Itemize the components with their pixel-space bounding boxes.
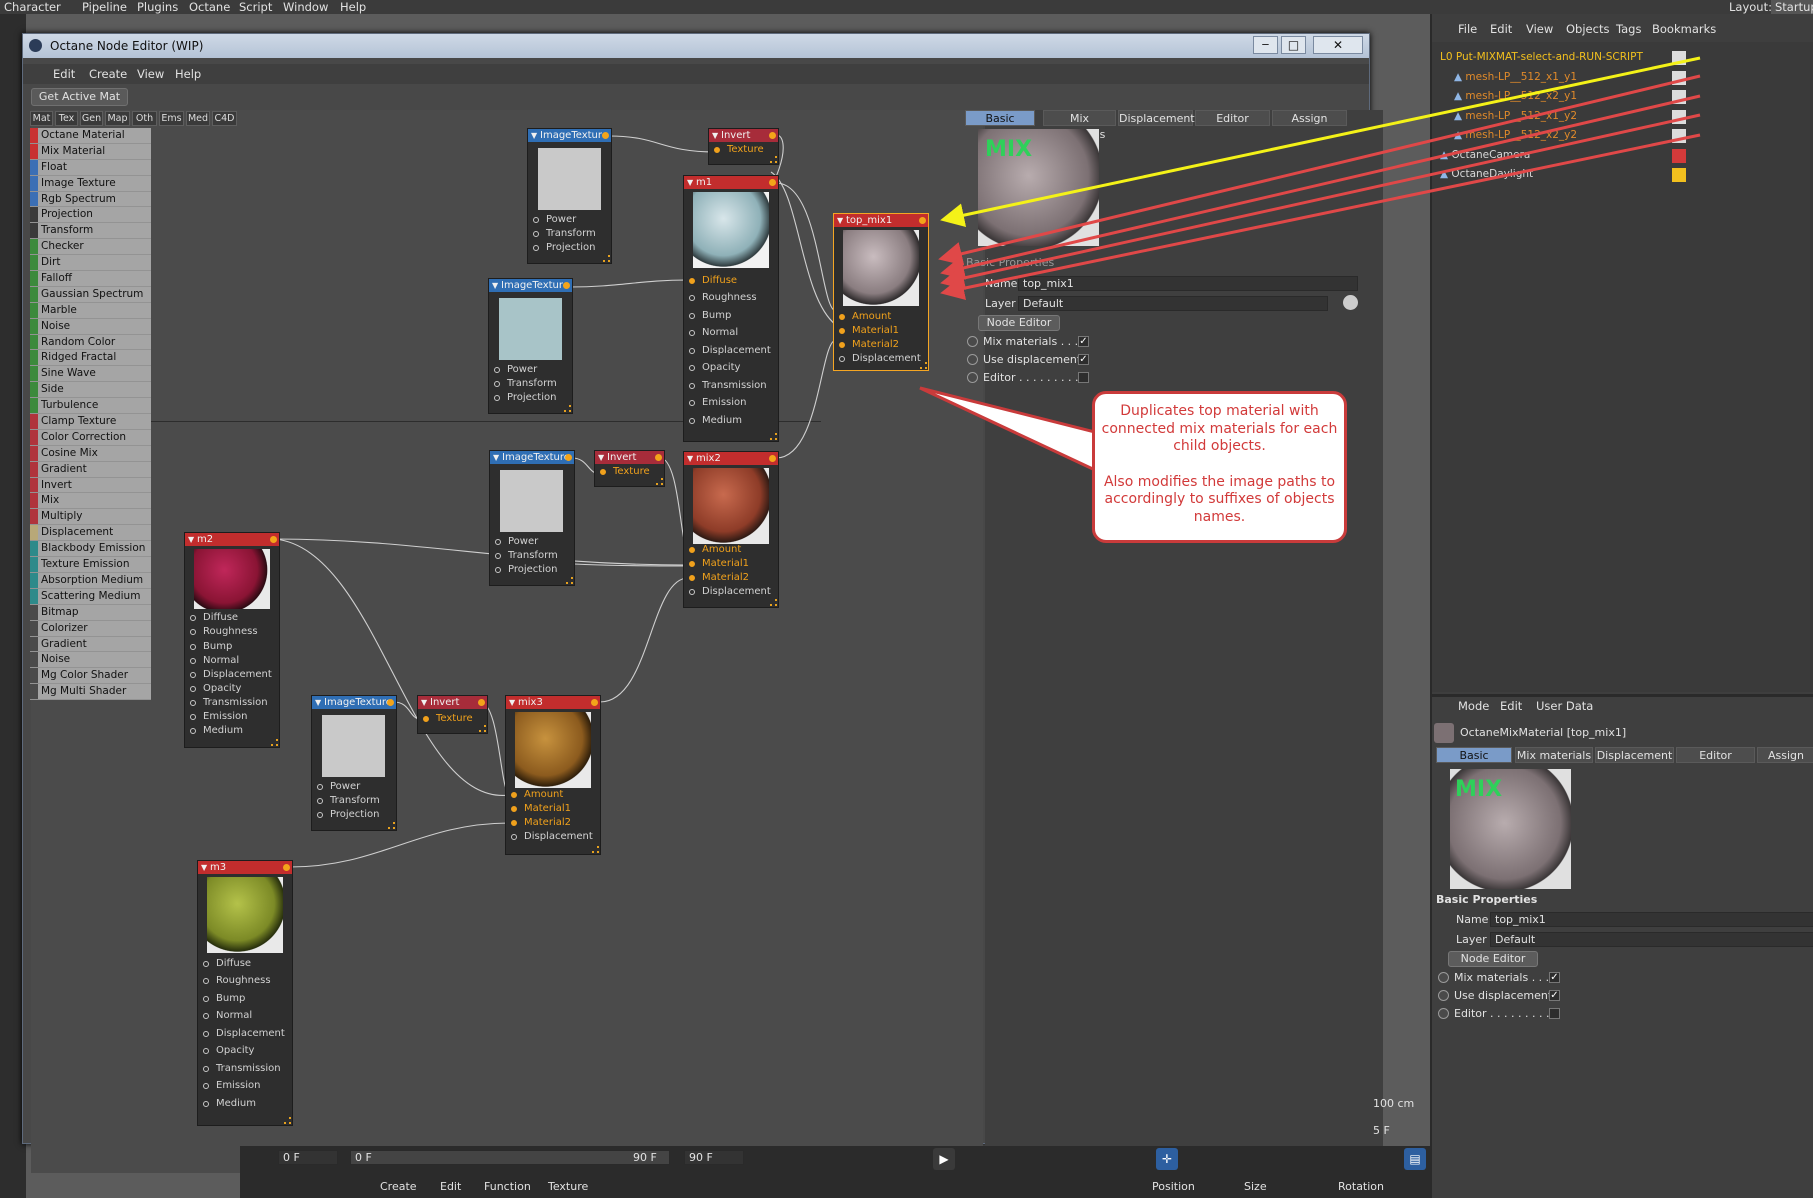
timeline-icon[interactable]: ▤ — [1404, 1148, 1426, 1170]
coord-rotation-label: Rotation — [1338, 1180, 1385, 1193]
move-tool-icon[interactable]: ✛ — [1156, 1148, 1178, 1170]
tl-menu-function[interactable]: Function — [484, 1180, 531, 1193]
annotation-arrows — [938, 56, 1701, 301]
play-icon[interactable]: ▶ — [933, 1148, 955, 1170]
frame-range-slider[interactable]: 0 F 90 F — [350, 1150, 670, 1165]
frame-start-field[interactable]: 0 F — [278, 1150, 338, 1165]
viewport-scale-label: 100 cm — [1373, 1097, 1415, 1110]
frame-end-field[interactable]: 90 F — [684, 1150, 744, 1165]
tl-menu-texture[interactable]: Texture — [548, 1180, 588, 1193]
tl-menu-create[interactable]: Create — [380, 1180, 417, 1193]
right-frame-field: 5 F — [1373, 1124, 1390, 1137]
timeline-bar: 0 F 0 F 90 F 90 F ▶ ✛ ▤ Create Edit Func… — [240, 1146, 1430, 1198]
coord-position-label: Position — [1152, 1180, 1195, 1193]
tl-menu-edit[interactable]: Edit — [440, 1180, 461, 1193]
frame-range-start: 0 F — [355, 1151, 372, 1164]
frame-range-end: 90 F — [633, 1151, 657, 1164]
coord-size-label: Size — [1244, 1180, 1267, 1193]
